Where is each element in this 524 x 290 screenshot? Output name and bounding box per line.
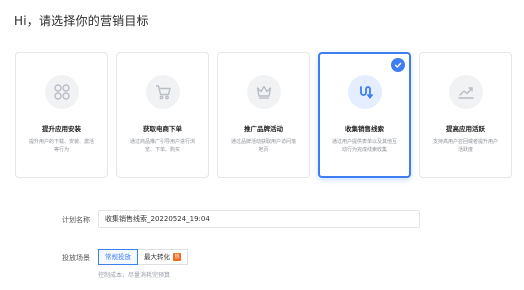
scene-hint: 控制成本，尽量消耗完预算 bbox=[98, 272, 171, 279]
scene-option-max-conversion[interactable]: 最大转化 热 bbox=[138, 249, 188, 265]
trend-up-icon bbox=[448, 75, 483, 109]
scene-option-regular[interactable]: 常规投放 bbox=[98, 249, 138, 265]
page-title: Hi，请选择你的营销目标 bbox=[14, 14, 149, 28]
goal-card-brand-campaign[interactable]: 推广品牌活动 通过品牌活动获取用户访问落地页 bbox=[217, 52, 310, 178]
card-desc: 通过品牌活动获取用户访问落地页 bbox=[230, 139, 296, 153]
goal-card-app-activity[interactable]: 提高应用活跃 支持高用户召回或者提升用户活跃度 bbox=[419, 52, 512, 178]
grid-apps-icon bbox=[44, 75, 79, 109]
plan-name-input[interactable]: 收集销售线索_20220524_19:04 bbox=[98, 210, 420, 228]
card-desc: 通过商品推广引导用户进行浏览、下单、购买 bbox=[129, 139, 195, 153]
card-desc: 通过用户提供表单以及其他互动行为完成线索收集 bbox=[331, 139, 397, 153]
goal-card-app-install[interactable]: 提升应用安装 提升用户的下载、安装、激活等行为 bbox=[15, 52, 108, 178]
goal-cards: 提升应用安装 提升用户的下载、安装、激活等行为 获取电商下单 通过商品推广引导用… bbox=[15, 52, 512, 178]
card-title: 提高应用活跃 bbox=[446, 125, 485, 133]
scene-selector: 常规投放 最大转化 热 bbox=[98, 249, 188, 265]
scene-option-label: 最大转化 bbox=[144, 253, 170, 261]
check-icon bbox=[391, 58, 405, 72]
scene-option-label: 常规投放 bbox=[105, 253, 131, 261]
goal-card-sales-leads[interactable]: 收集销售线索 通过用户提供表单以及其他互动行为完成线索收集 bbox=[318, 52, 411, 178]
scene-label: 投放场景 bbox=[62, 254, 90, 262]
card-title: 推广品牌活动 bbox=[244, 125, 283, 133]
card-desc: 提升用户的下载、安装、激活等行为 bbox=[28, 139, 94, 153]
magnet-icon bbox=[347, 75, 382, 109]
card-desc: 支持高用户召回或者提升用户活跃度 bbox=[432, 139, 498, 153]
hot-badge: 热 bbox=[173, 253, 181, 261]
crown-icon bbox=[246, 75, 281, 109]
card-title: 获取电商下单 bbox=[143, 125, 182, 133]
plan-name-label: 计划名称 bbox=[62, 216, 90, 224]
shopping-cart-icon bbox=[145, 75, 180, 109]
goal-card-ecommerce-order[interactable]: 获取电商下单 通过商品推广引导用户进行浏览、下单、购买 bbox=[116, 52, 209, 178]
card-title: 收集销售线索 bbox=[345, 125, 384, 133]
card-title: 提升应用安装 bbox=[42, 125, 81, 133]
